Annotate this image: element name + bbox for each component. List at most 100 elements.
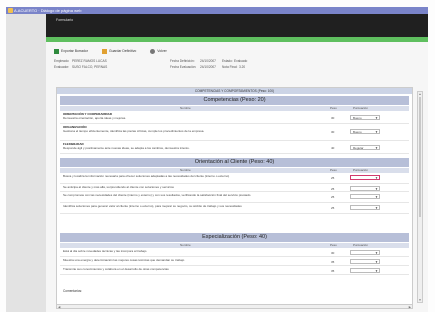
- col-puntuacion: Puntuación: [353, 168, 369, 172]
- section-title-orientacion: Orientación al Cliente (Peso: 40): [60, 158, 409, 167]
- chevron-down-icon: ▼: [375, 206, 378, 210]
- item-desc: Demuestra orientación, aporta ideas y me…: [63, 115, 127, 120]
- score-select[interactable]: ▼: [350, 250, 380, 255]
- table-row: Se compromete con las necesidades del cl…: [60, 193, 409, 203]
- col-peso: Peso: [330, 243, 337, 247]
- fecha-def-label: Fecha Definición:: [170, 59, 195, 63]
- tab-formulario[interactable]: Formulario: [50, 16, 79, 24]
- horizontal-scrollbar[interactable]: ◀ ▶: [56, 304, 413, 309]
- nota-label: Nota Final:: [222, 65, 238, 69]
- empleado-label: Empleado:: [54, 59, 70, 63]
- chevron-down-icon: ▼: [375, 195, 378, 199]
- score-select[interactable]: ▼: [350, 186, 380, 191]
- save-definitive-button[interactable]: Guardar Definitivo: [101, 48, 137, 54]
- score-select[interactable]: ▼: [350, 268, 380, 273]
- score-value: Regular: [353, 146, 364, 150]
- item-weight: 25: [331, 206, 335, 210]
- chevron-down-icon: ▼: [375, 251, 378, 255]
- item-weight: 40: [331, 146, 335, 150]
- score-select[interactable]: Bueno ▼: [350, 115, 380, 120]
- score-select[interactable]: Regular ▼: [350, 145, 380, 150]
- item-desc: Identifica soluciones para generar valor…: [63, 204, 242, 208]
- scroll-thumb[interactable]: [419, 97, 421, 217]
- item-desc: Responde ágil y positivamente ante nueva…: [63, 145, 190, 150]
- estado-value: Evaluado: [234, 59, 248, 63]
- user-icon: [150, 48, 156, 54]
- item-weight: 25: [331, 187, 335, 191]
- score-value: Bueno: [353, 130, 362, 134]
- window-title: A.ACUERTO · Diálogo de página web: [14, 8, 82, 13]
- chevron-down-icon: ▼: [375, 176, 378, 180]
- col-nombre: Nombre: [180, 168, 191, 172]
- back-label: Volver: [157, 49, 167, 53]
- chevron-down-icon: ▼: [375, 260, 378, 264]
- item-desc: Transmite sus conocimientos y colabora e…: [63, 267, 169, 271]
- score-select[interactable]: Bueno ▼: [350, 129, 380, 134]
- table-row: Está al día sobre novedades técnicas y l…: [60, 249, 409, 257]
- item-weight: 35: [331, 269, 335, 273]
- item-weight: 25: [331, 195, 335, 199]
- item-weight: 30: [331, 116, 335, 120]
- section-title-competencias: Competencias (Peso: 20): [60, 96, 409, 105]
- vertical-scrollbar[interactable]: ▲ ▼: [417, 91, 423, 303]
- col-nombre: Nombre: [180, 106, 191, 110]
- tab-bar: Formulario: [46, 14, 428, 37]
- table-row: FLEXIBILIDAD Responde ágil y positivament…: [60, 142, 409, 154]
- main-content: Exportar Borrador Guardar Definitivo Vol…: [46, 42, 428, 312]
- panel-header: COMPETENCIAS Y COMPORTAMIENTOS (Peso: 10…: [57, 88, 412, 94]
- item-weight: 30: [331, 251, 335, 255]
- chevron-down-icon: ▼: [375, 269, 378, 273]
- fecha-def-value: 24/10/2007: [200, 59, 216, 63]
- scroll-down-icon[interactable]: ▼: [418, 298, 422, 302]
- score-select[interactable]: ▼: [350, 175, 380, 180]
- sidebar: [6, 14, 46, 312]
- scroll-up-icon[interactable]: ▲: [418, 92, 422, 96]
- nota-value: 3.20: [239, 65, 246, 69]
- chevron-down-icon: ▼: [375, 116, 378, 120]
- back-button[interactable]: Volver: [150, 48, 167, 54]
- col-puntuacion: Puntuación: [353, 106, 369, 110]
- toolbar: Exportar Borrador Guardar Definitivo Vol…: [54, 46, 167, 56]
- table-row: Transmite sus conocimientos y colabora e…: [60, 267, 409, 275]
- comentarios-label: Comentarios:: [63, 289, 82, 293]
- window-titlebar: A.ACUERTO · Diálogo de página web: [6, 7, 428, 14]
- table-row: Se anticipa al cliente y más allá, sorpr…: [60, 185, 409, 192]
- employee-info: Empleado: PEREZ RAMOS LUCAS Fecha Defini…: [54, 59, 414, 71]
- score-select[interactable]: ▼: [350, 259, 380, 264]
- excel-icon: [54, 48, 59, 54]
- scroll-left-icon[interactable]: ◀: [58, 305, 60, 309]
- item-desc: Se compromete con las necesidades del cl…: [63, 193, 251, 197]
- estado-label: Estado:: [222, 59, 233, 63]
- export-button[interactable]: Exportar Borrador: [54, 48, 88, 54]
- item-weight: 35: [331, 260, 335, 264]
- col-puntuacion: Puntuación: [353, 243, 369, 247]
- score-select[interactable]: ▼: [350, 205, 380, 210]
- score-select[interactable]: ▼: [350, 194, 380, 199]
- item-weight: 25: [331, 176, 335, 180]
- scroll-right-icon[interactable]: ▶: [409, 305, 411, 309]
- app-icon: [8, 8, 13, 13]
- item-desc: Se anticipa al cliente y más allá, sorpr…: [63, 185, 174, 189]
- save-label: Guardar Definitivo: [108, 49, 137, 53]
- score-value: Bueno: [353, 116, 362, 120]
- item-desc: Busca y localiza la información necesari…: [63, 174, 230, 178]
- export-label: Exportar Borrador: [61, 49, 88, 53]
- item-desc: Gestiona el tiempo eficientemente, ident…: [63, 128, 205, 133]
- col-peso: Peso: [330, 168, 337, 172]
- item-weight: 30: [331, 130, 335, 134]
- column-header: Nombre Peso Puntuación: [60, 168, 409, 173]
- evaluation-panel: COMPETENCIAS Y COMPORTAMIENTOS (Peso: 10…: [56, 87, 413, 305]
- fecha-eval-label: Fecha Evaluación:: [170, 65, 197, 69]
- chevron-down-icon: ▼: [375, 187, 378, 191]
- col-peso: Peso: [330, 106, 337, 110]
- table-row: Identifica soluciones para generar valor…: [60, 204, 409, 214]
- save-icon: [101, 48, 107, 54]
- evaluador-value: SUSO FALCO, PERNAS: [72, 65, 108, 69]
- column-header: Nombre Peso Puntuación: [60, 243, 409, 248]
- fecha-eval-value: 24/10/2007: [200, 65, 216, 69]
- column-header: Nombre Peso Puntuación: [60, 106, 409, 111]
- col-nombre: Nombre: [180, 243, 191, 247]
- evaluador-label: Evaluador:: [54, 65, 70, 69]
- item-desc: Muestra una energía y determinación las …: [63, 258, 185, 262]
- table-row: Busca y localiza la información necesari…: [60, 174, 409, 184]
